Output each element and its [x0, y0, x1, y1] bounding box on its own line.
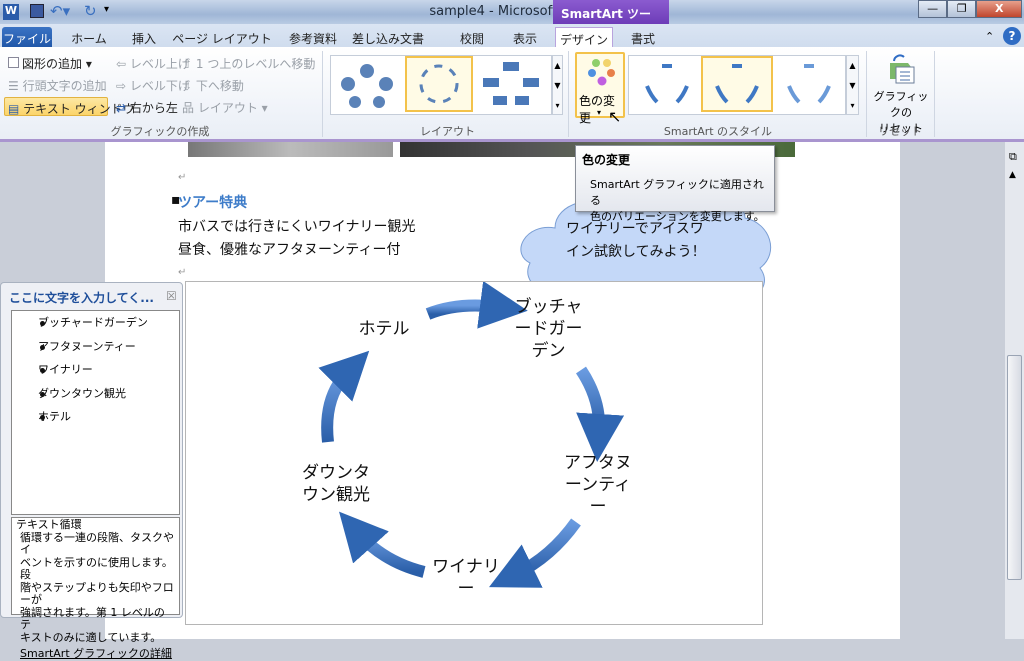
- node-downtown[interactable]: ダウンタ ウン観光: [294, 462, 378, 506]
- org-chart-icon: 品: [182, 101, 198, 115]
- layout-cycle-thumb[interactable]: [481, 60, 541, 108]
- layout-basic-cycle-thumb[interactable]: [339, 62, 395, 108]
- add-bullet-button[interactable]: ☰ 行頭文字の追加: [8, 77, 107, 94]
- node-winery[interactable]: ワイナリー: [426, 556, 506, 600]
- tab-review[interactable]: 校閲: [450, 27, 494, 48]
- list-item[interactable]: ホテル: [12, 405, 179, 429]
- close-button[interactable]: X: [976, 0, 1022, 18]
- scrollbar-thumb[interactable]: [1007, 355, 1022, 580]
- tab-design[interactable]: デザイン: [555, 27, 613, 48]
- bullet-list-icon: ☰: [8, 79, 23, 93]
- text-pane-button[interactable]: ▤ テキスト ウィンドウ: [4, 97, 135, 116]
- tab-home[interactable]: ホーム: [60, 27, 118, 48]
- style-thumb-1[interactable]: [637, 60, 697, 110]
- layout-gallery: [330, 55, 552, 115]
- arrow-garden-to-tea: [575, 366, 625, 462]
- ruler-toggle-icon[interactable]: ⧉: [1009, 150, 1017, 164]
- scroll-up-icon[interactable]: ▲: [1009, 170, 1016, 180]
- minimize-ribbon-icon[interactable]: ⌃: [985, 30, 994, 43]
- close-pane-icon[interactable]: ☒: [166, 289, 177, 303]
- text-pane-icon: ▤: [8, 102, 24, 116]
- style-gallery-scroll[interactable]: ▲ ▼ ▾: [846, 55, 859, 115]
- title-bar: W ↶▾ ↻ ▾ sample4 - Microsoft Word SmartA…: [0, 0, 1024, 38]
- smartart-style-gallery: [628, 55, 846, 115]
- style-thumb-2-selected[interactable]: [701, 56, 773, 112]
- node-butchart-garden[interactable]: ブッチャ ードガー デン: [511, 296, 586, 362]
- callout-line-2: イン試飲してみよう！: [566, 244, 706, 260]
- photo-1: [188, 142, 393, 157]
- swap-icon: ⇄: [116, 101, 130, 115]
- color-palette-icon: [588, 59, 615, 86]
- reset-graphic-button[interactable]: グラフィックの リセット: [870, 53, 932, 135]
- smartart-details-link[interactable]: SmartArt グラフィックの詳細: [20, 647, 175, 661]
- smartart-tools-label: SmartArt ツール: [553, 0, 669, 38]
- group-label-reset: リセット: [878, 125, 922, 138]
- list-item[interactable]: アフタヌーンティー: [12, 335, 179, 359]
- reset-graphic-icon: [890, 54, 915, 84]
- tab-file[interactable]: ファイル: [2, 27, 52, 48]
- group-label-styles: SmartArt のスタイル: [663, 125, 773, 138]
- ribbon: 図形の追加 ▾ ☰ 行頭文字の追加 ▤ テキスト ウィンドウ ⇦ レベル上げ ⇨…: [0, 47, 1024, 142]
- tab-format[interactable]: 書式: [618, 27, 668, 48]
- promote-button[interactable]: ⇦ レベル上げ: [116, 55, 190, 72]
- tab-page-layout[interactable]: ページ レイアウト: [172, 27, 272, 48]
- layout-button[interactable]: 品 レイアウト ▾: [182, 99, 268, 116]
- body-line-2: 昼食、優雅なアフタヌーンティー付: [178, 242, 401, 258]
- arrow-downtown-to-hotel: [318, 350, 370, 443]
- group-label-layouts: レイアウト: [420, 125, 475, 138]
- style-thumb-3[interactable]: [779, 60, 839, 110]
- help-icon[interactable]: ?: [1003, 27, 1021, 45]
- tab-view[interactable]: 表示: [500, 27, 550, 48]
- node-hotel[interactable]: ホテル: [351, 318, 417, 340]
- list-item[interactable]: ブッチャードガーデン: [12, 311, 179, 335]
- list-item[interactable]: ワイナリー: [12, 358, 179, 382]
- ribbon-tabs: ファイル ホーム 挿入 ページ レイアウト 参考資料 差し込み文書 校閲 表示 …: [0, 24, 1024, 48]
- add-shape-icon: [8, 57, 19, 68]
- smartart-graphic[interactable]: ブッチャ ードガー デン アフタヌ ーンティー ワイナリー ダウンタ ウン観光 ホテル: [185, 281, 763, 625]
- right-to-left-button[interactable]: ⇄ 右から左: [116, 99, 178, 116]
- minimize-button[interactable]: —: [918, 0, 948, 18]
- text-pane-list[interactable]: ブッチャードガーデン アフタヌーンティー ワイナリー ダウンタウン観光 ホテル: [11, 310, 180, 515]
- layout-gallery-scroll[interactable]: ▲ ▼ ▾: [552, 55, 563, 115]
- list-item[interactable]: ダウンタウン観光: [12, 382, 179, 406]
- heading-tour-benefits: ツアー特典: [178, 195, 248, 211]
- text-pane: ここに文字を入力してく... ☒ ブッチャードガーデン アフタヌーンティー ワイ…: [0, 282, 183, 660]
- group-label-create: グラフィックの作成: [110, 125, 210, 138]
- layout-text-cycle-thumb[interactable]: [405, 56, 473, 112]
- arrow-tea-to-winery: [489, 518, 581, 588]
- tab-mailings[interactable]: 差し込み文書: [335, 27, 441, 48]
- restore-button[interactable]: ❐: [947, 0, 977, 18]
- text-pane-title: ここに文字を入力してく...: [9, 291, 154, 305]
- demote-button[interactable]: ⇨ レベル下げ: [116, 77, 190, 94]
- window-title: sample4 - Microsoft Word: [429, 4, 595, 19]
- node-afternoon-tea[interactable]: アフタヌ ーンティー: [558, 452, 638, 518]
- chevron-down-icon: ▾: [597, 108, 602, 117]
- arrow-hotel-to-garden: [425, 282, 528, 329]
- move-up-button[interactable]: ⇧ 1 つ上のレベルへ移動: [182, 55, 315, 72]
- tooltip: 色の変更 SmartArt グラフィックに適用される 色のバリエーションを変更し…: [575, 145, 775, 223]
- layout-description: テキスト循環 循環する一連の段階、タスクやイ ベントを示すのに使用します。段 階…: [11, 517, 180, 660]
- arrow-winery-to-downtown: [339, 511, 426, 578]
- move-down-button[interactable]: ⇩ 下へ移動: [182, 77, 244, 94]
- body-line-1: 市バスでは行きにくいワイナリー観光: [178, 219, 416, 235]
- tab-insert[interactable]: 挿入: [120, 27, 168, 48]
- add-shape-button[interactable]: 図形の追加 ▾: [8, 55, 92, 72]
